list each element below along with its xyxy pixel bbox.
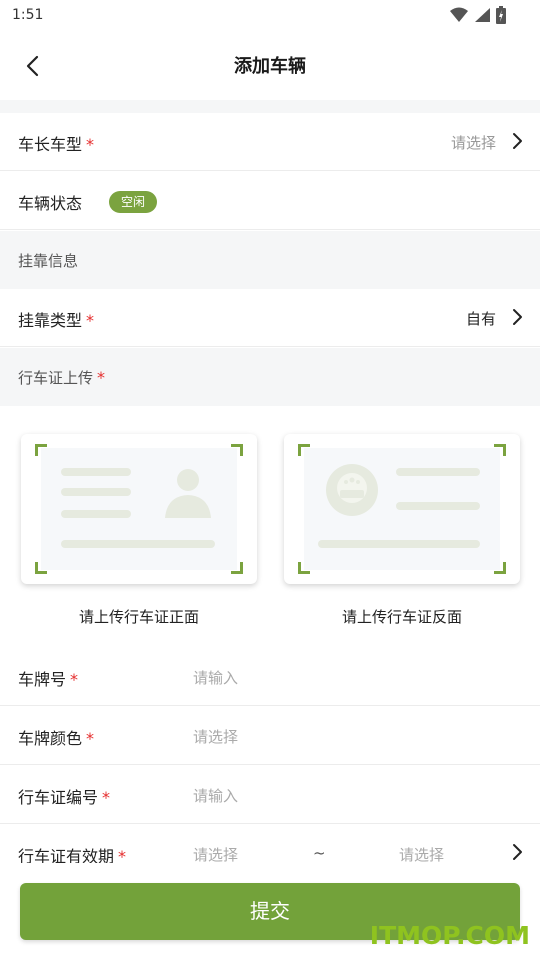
plate-color-row[interactable]: 车牌颜色 * 请选择 <box>0 706 540 765</box>
plate-number-input[interactable]: 请输入 <box>193 667 238 688</box>
affiliation-section-header: 挂靠信息 <box>0 231 540 289</box>
status-bar: 1:51 <box>0 0 540 30</box>
chevron-right-icon <box>513 844 522 860</box>
status-badge: 空闲 <box>109 191 157 213</box>
license-number-row: 行车证编号 * 请输入 <box>0 765 540 824</box>
date-range-separator: ~ <box>313 844 326 862</box>
vehicle-status-row: 车辆状态 空闲 <box>0 172 540 230</box>
vehicle-type-label: 车长车型 * <box>18 135 95 154</box>
section-gap <box>0 100 540 113</box>
signal-icon <box>475 8 490 22</box>
wifi-icon <box>450 7 468 22</box>
person-icon <box>165 469 211 518</box>
battery-icon <box>496 6 506 24</box>
plate-number-row: 车牌号 * 请输入 <box>0 647 540 706</box>
required-mark: * <box>97 368 106 387</box>
required-mark: * <box>86 135 95 154</box>
required-mark: * <box>70 670 79 689</box>
vehicle-type-row[interactable]: 车长车型 * 请选择 <box>0 113 540 171</box>
affiliation-type-value: 自有 <box>465 310 496 328</box>
emblem-icon <box>326 464 378 516</box>
plate-color-label: 车牌颜色 * <box>18 729 95 748</box>
bottom-bar: 提交 ITMOP.COM <box>0 863 540 960</box>
validity-start-select[interactable]: 请选择 <box>193 844 238 865</box>
upload-front-card[interactable] <box>21 434 257 584</box>
license-number-input[interactable]: 请输入 <box>193 785 238 806</box>
plate-number-label: 车牌号 * <box>18 670 79 689</box>
plate-color-select[interactable]: 请选择 <box>193 726 238 747</box>
vehicle-type-value: 请选择 <box>450 134 496 152</box>
chevron-right-icon <box>513 309 522 325</box>
status-time: 1:51 <box>12 7 44 23</box>
chevron-right-icon <box>513 133 522 149</box>
license-number-label: 行车证编号 * <box>18 788 111 807</box>
section-label: 挂靠信息 <box>18 252 79 270</box>
watermark-text: ITMOP.COM <box>369 921 530 950</box>
upload-back-caption: 请上传行车证反面 <box>341 608 462 626</box>
upload-back-card[interactable] <box>284 434 520 584</box>
section-label: 行车证上传 * <box>18 368 106 387</box>
vehicle-status-label: 车辆状态 <box>18 194 83 213</box>
affiliation-type-row[interactable]: 挂靠类型 * 自有 <box>0 289 540 347</box>
license-upload-section-header: 行车证上传 * <box>0 348 540 406</box>
card-placeholder <box>304 448 500 570</box>
required-mark: * <box>86 729 95 748</box>
status-icons <box>450 6 506 24</box>
upload-front-caption: 请上传行车证正面 <box>78 608 199 626</box>
required-mark: * <box>86 311 95 330</box>
card-placeholder <box>41 448 237 570</box>
upload-area: 请上传行车证正面 请上传行车证反面 <box>0 406 540 646</box>
page-title: 添加车辆 <box>234 56 306 77</box>
affiliation-type-label: 挂靠类型 * <box>18 311 95 330</box>
title-bar: 添加车辆 <box>0 30 540 100</box>
validity-end-select[interactable]: 请选择 <box>399 844 444 865</box>
required-mark: * <box>102 788 111 807</box>
